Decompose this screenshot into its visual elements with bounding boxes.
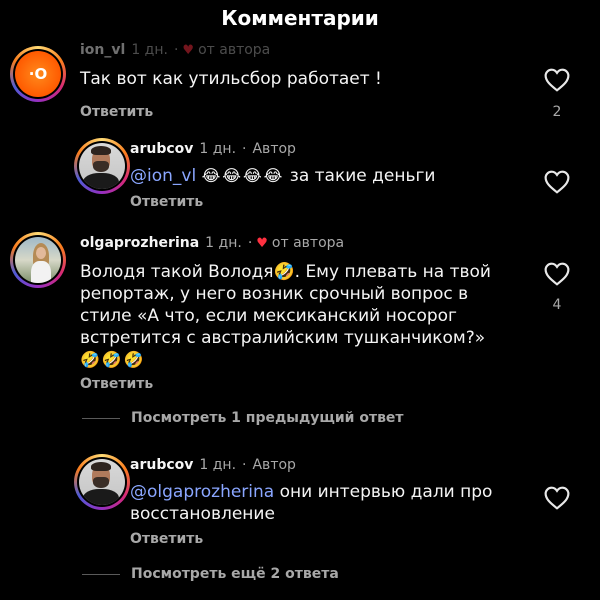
author-tag: от автора <box>271 235 345 251</box>
comment-text: за такие деньги <box>289 166 436 186</box>
author-tag: Автор <box>252 457 296 473</box>
like-heart-icon[interactable] <box>544 486 570 510</box>
comment-text-row: @olgaprozherina они интервью дали про <box>130 481 492 503</box>
username[interactable]: arubcov <box>130 141 193 157</box>
username[interactable]: olgaprozherina <box>80 235 199 251</box>
avatar-arubcov[interactable] <box>74 138 130 194</box>
comment-age: 1 дн. <box>131 42 168 58</box>
comment-text-line-2: репортаж, у него возник срочный вопрос в <box>80 284 469 304</box>
mention-link[interactable]: @olgaprozherina <box>130 482 274 502</box>
comment-age: 1 дн. <box>205 235 242 251</box>
reply-button[interactable]: Ответить <box>130 194 203 210</box>
avatar-arubcov[interactable] <box>74 454 130 510</box>
comments-header: Комментарии <box>0 0 600 40</box>
rofl-emoji: 🤣🤣🤣 <box>80 350 146 369</box>
comment-age: 1 дн. <box>199 141 237 157</box>
like-count: 2 <box>552 104 562 120</box>
comment-header-arubcov: arubcov 1 дн. · Автор <box>130 457 296 473</box>
reply-button[interactable]: Ответить <box>80 376 153 392</box>
username[interactable]: arubcov <box>130 457 193 473</box>
reply-button[interactable]: Ответить <box>130 531 203 547</box>
laughing-emoji: 😂😂😂😂 <box>201 166 285 185</box>
like-heart-icon[interactable] <box>544 68 570 92</box>
author-liked-heart-icon: ♥ <box>256 236 268 251</box>
like-count: 4 <box>552 297 562 313</box>
avatar-ion-vl[interactable]: ·O <box>10 46 66 102</box>
comment-text: Так вот как утильсбор работает ! <box>80 69 382 89</box>
avatar-olgaprozherina[interactable] <box>10 232 66 288</box>
comment-text-row: @ion_vl 😂😂😂😂 за такие деньги <box>130 165 435 187</box>
brand-logo-icon: ·O <box>28 65 48 83</box>
divider-line <box>82 418 120 419</box>
username[interactable]: ion_vl <box>80 42 125 58</box>
view-more-replies-button[interactable]: Посмотреть ещё 2 ответа <box>131 566 339 582</box>
mention-link[interactable]: @ion_vl <box>130 166 196 186</box>
comment-header-arubcov: arubcov 1 дн. · Автор <box>130 141 296 157</box>
author-tag: Автор <box>252 141 296 157</box>
reply-button[interactable]: Ответить <box>80 104 153 120</box>
comment-header-ion-vl: ion_vl 1 дн. · ♥ от автора <box>80 42 271 58</box>
like-heart-icon[interactable] <box>544 170 570 194</box>
divider-line <box>82 574 120 575</box>
view-previous-replies-button[interactable]: Посмотреть 1 предыдущий ответ <box>131 410 404 426</box>
comment-header-olgaprozherina: olgaprozherina 1 дн. · ♥ от автора <box>80 235 345 251</box>
author-liked-heart-icon: ♥ <box>182 43 195 58</box>
comment-text-line-1: они интервью дали про <box>279 482 493 502</box>
comment-text-line-2: восстановление <box>130 504 275 524</box>
page-title: Комментарии <box>221 6 379 30</box>
comment-text-line-4: встретится с австралийским тушканчиком?» <box>80 328 486 348</box>
comment-text-line-3: стиле «А что, если мексиканский носорог <box>80 306 457 326</box>
like-heart-icon[interactable] <box>544 262 570 286</box>
comment-text-line-1: Володя такой Володя🤣. Ему плевать на тво… <box>80 262 491 282</box>
author-tag: от автора <box>198 42 271 58</box>
comment-age: 1 дн. <box>199 457 237 473</box>
